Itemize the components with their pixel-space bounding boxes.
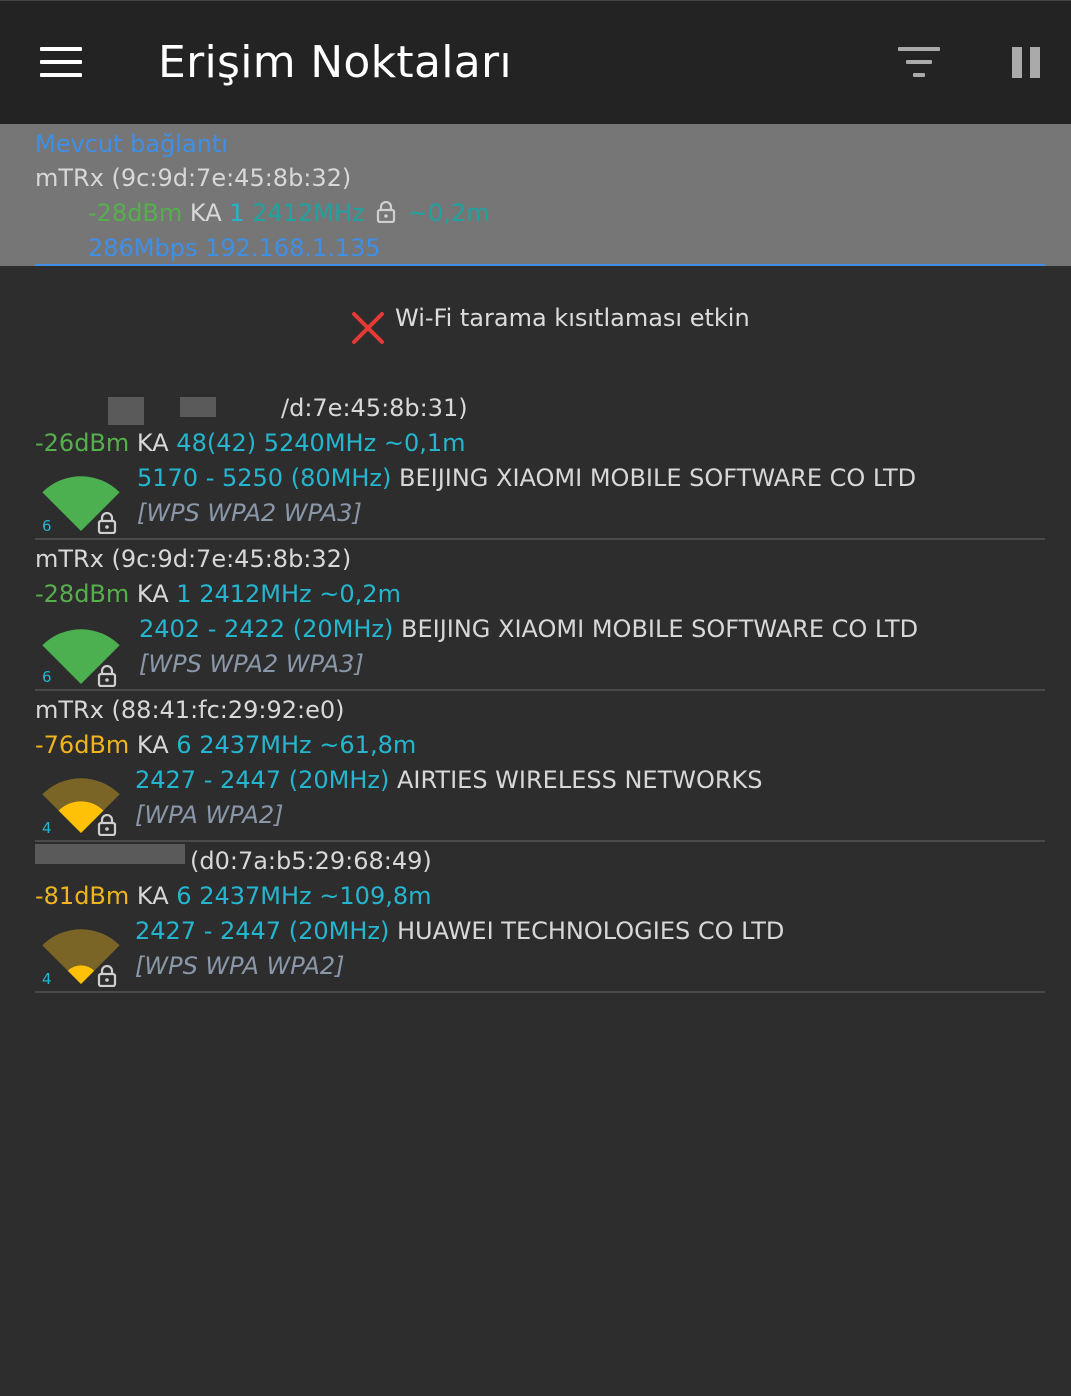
ap-name: mTRx (9c:9d:7e:45:8b:32) [35,545,352,573]
current-connection-panel[interactable]: Mevcut bağlantı mTRx (9c:9d:7e:45:8b:32)… [0,124,1071,266]
ap-signal-line: -28dBm KA 1 2412MHz ~0,2m [35,580,401,608]
panel-underline [35,264,1045,266]
security-list: [WPS WPA2 WPA3] [139,650,364,678]
vendor: AIRTIES WIRELESS NETWORKS [396,766,763,794]
app-bar: Erişim Noktaları [0,0,1071,124]
distance: ~61,8m [319,731,417,759]
page-title: Erişim Noktaları [158,37,512,88]
current-connection-details: -28dBm KA 1 2412MHz ~0,2m [88,199,490,227]
pause-icon[interactable] [1012,47,1042,79]
filter-icon[interactable] [898,45,942,79]
channel-range: 5170 - 5250 [137,464,284,492]
access-point-item[interactable]: /d:7e:45:8b:31) -26dBm KA 48(42) 5240MHz … [0,389,1071,540]
speed-and-ip: 286Mbps 192.168.1.135 [88,234,381,262]
redacted-ssid [180,397,216,417]
ka-label: KA [136,731,169,759]
hamburger-menu-icon[interactable] [40,47,82,79]
ap-band-line: 2427 - 2447 (20MHz) HUAWEI TECHNOLOGIES … [135,917,784,945]
distance: ~109,8m [319,882,432,910]
channel-range: 2402 - 2422 [139,615,286,643]
lock-icon [97,665,117,687]
ap-band-line: 2427 - 2447 (20MHz) AIRTIES WIRELESS NET… [135,766,763,794]
frequency: 2412MHz [199,580,312,608]
ap-band-line: 5170 - 5250 (80MHz) BEIJING XIAOMI MOBIL… [137,464,916,492]
ap-name: /d:7e:45:8b:31) [281,394,468,422]
channel-range: 2427 - 2447 [135,766,282,794]
wifi-standard: 4 [42,819,52,837]
signal-strength: -28dBm [88,199,183,227]
error-x-icon [352,312,384,344]
scan-restriction-text: Wi-Fi tarama kısıtlaması etkin [395,304,750,332]
ap-signal-line: -76dBm KA 6 2437MHz ~61,8m [35,731,416,759]
ap-band-line: 2402 - 2422 (20MHz) BEIJING XIAOMI MOBIL… [139,615,918,643]
lock-icon [97,814,117,836]
frequency: 2437MHz [199,882,312,910]
wifi-standard: 6 [42,668,52,686]
access-point-item[interactable]: mTRx (9c:9d:7e:45:8b:32) -28dBm KA 1 2412… [0,540,1071,691]
channel-width: (20MHz) [288,917,390,945]
vendor: HUAWEI TECHNOLOGIES CO LTD [396,917,785,945]
frequency: 2437MHz [199,731,312,759]
channel: 48(42) [176,429,257,457]
ka-label: KA [189,199,222,227]
ap-signal-line: -26dBm KA 48(42) 5240MHz ~0,1m [35,429,465,457]
wifi-standard: 4 [42,970,52,988]
vendor: BEIJING XIAOMI MOBILE SOFTWARE CO LTD [398,464,917,492]
distance: ~0,1m [383,429,466,457]
access-point-item[interactable]: (d0:7a:b5:29:68:49) -81dBm KA 6 2437MHz ~… [0,842,1071,993]
signal-strength: -28dBm [35,580,130,608]
security-list: [WPS WPA WPA2] [135,952,345,980]
signal-strength: -76dBm [35,731,130,759]
frequency: 2412MHz [252,199,365,227]
lock-icon [97,965,117,987]
current-connection-name: mTRx (9c:9d:7e:45:8b:32) [35,164,352,192]
lock-icon [97,512,117,534]
frequency: 5240MHz [263,429,377,457]
signal-strength: -26dBm [35,429,130,457]
redacted-ssid [108,397,144,425]
channel: 6 [176,882,192,910]
ap-name: mTRx (88:41:fc:29:92:e0) [35,696,345,724]
channel: 1 [229,199,245,227]
channel-width: (20MHz) [292,615,394,643]
ka-label: KA [136,882,169,910]
distance: ~0,2m [407,199,490,227]
access-point-item[interactable]: mTRx (88:41:fc:29:92:e0) -76dBm KA 6 2437… [0,691,1071,842]
security-list: [WPA WPA2] [135,801,284,829]
ap-name: (d0:7a:b5:29:68:49) [190,847,432,875]
lock-icon [377,200,396,224]
current-connection-header: Mevcut bağlantı [35,130,228,158]
channel: 1 [176,580,192,608]
distance: ~0,2m [319,580,401,608]
redacted-ssid [35,844,185,864]
ka-label: KA [136,580,169,608]
wifi-standard: 6 [42,517,52,535]
channel-width: (80MHz) [290,464,392,492]
channel-width: (20MHz) [288,766,390,794]
signal-strength: -81dBm [35,882,130,910]
channel-range: 2427 - 2447 [135,917,282,945]
ka-label: KA [136,429,169,457]
security-list: [WPS WPA2 WPA3] [137,499,362,527]
divider [35,991,1045,993]
channel: 6 [176,731,192,759]
ap-signal-line: -81dBm KA 6 2437MHz ~109,8m [35,882,432,910]
vendor: BEIJING XIAOMI MOBILE SOFTWARE CO LTD [400,615,919,643]
